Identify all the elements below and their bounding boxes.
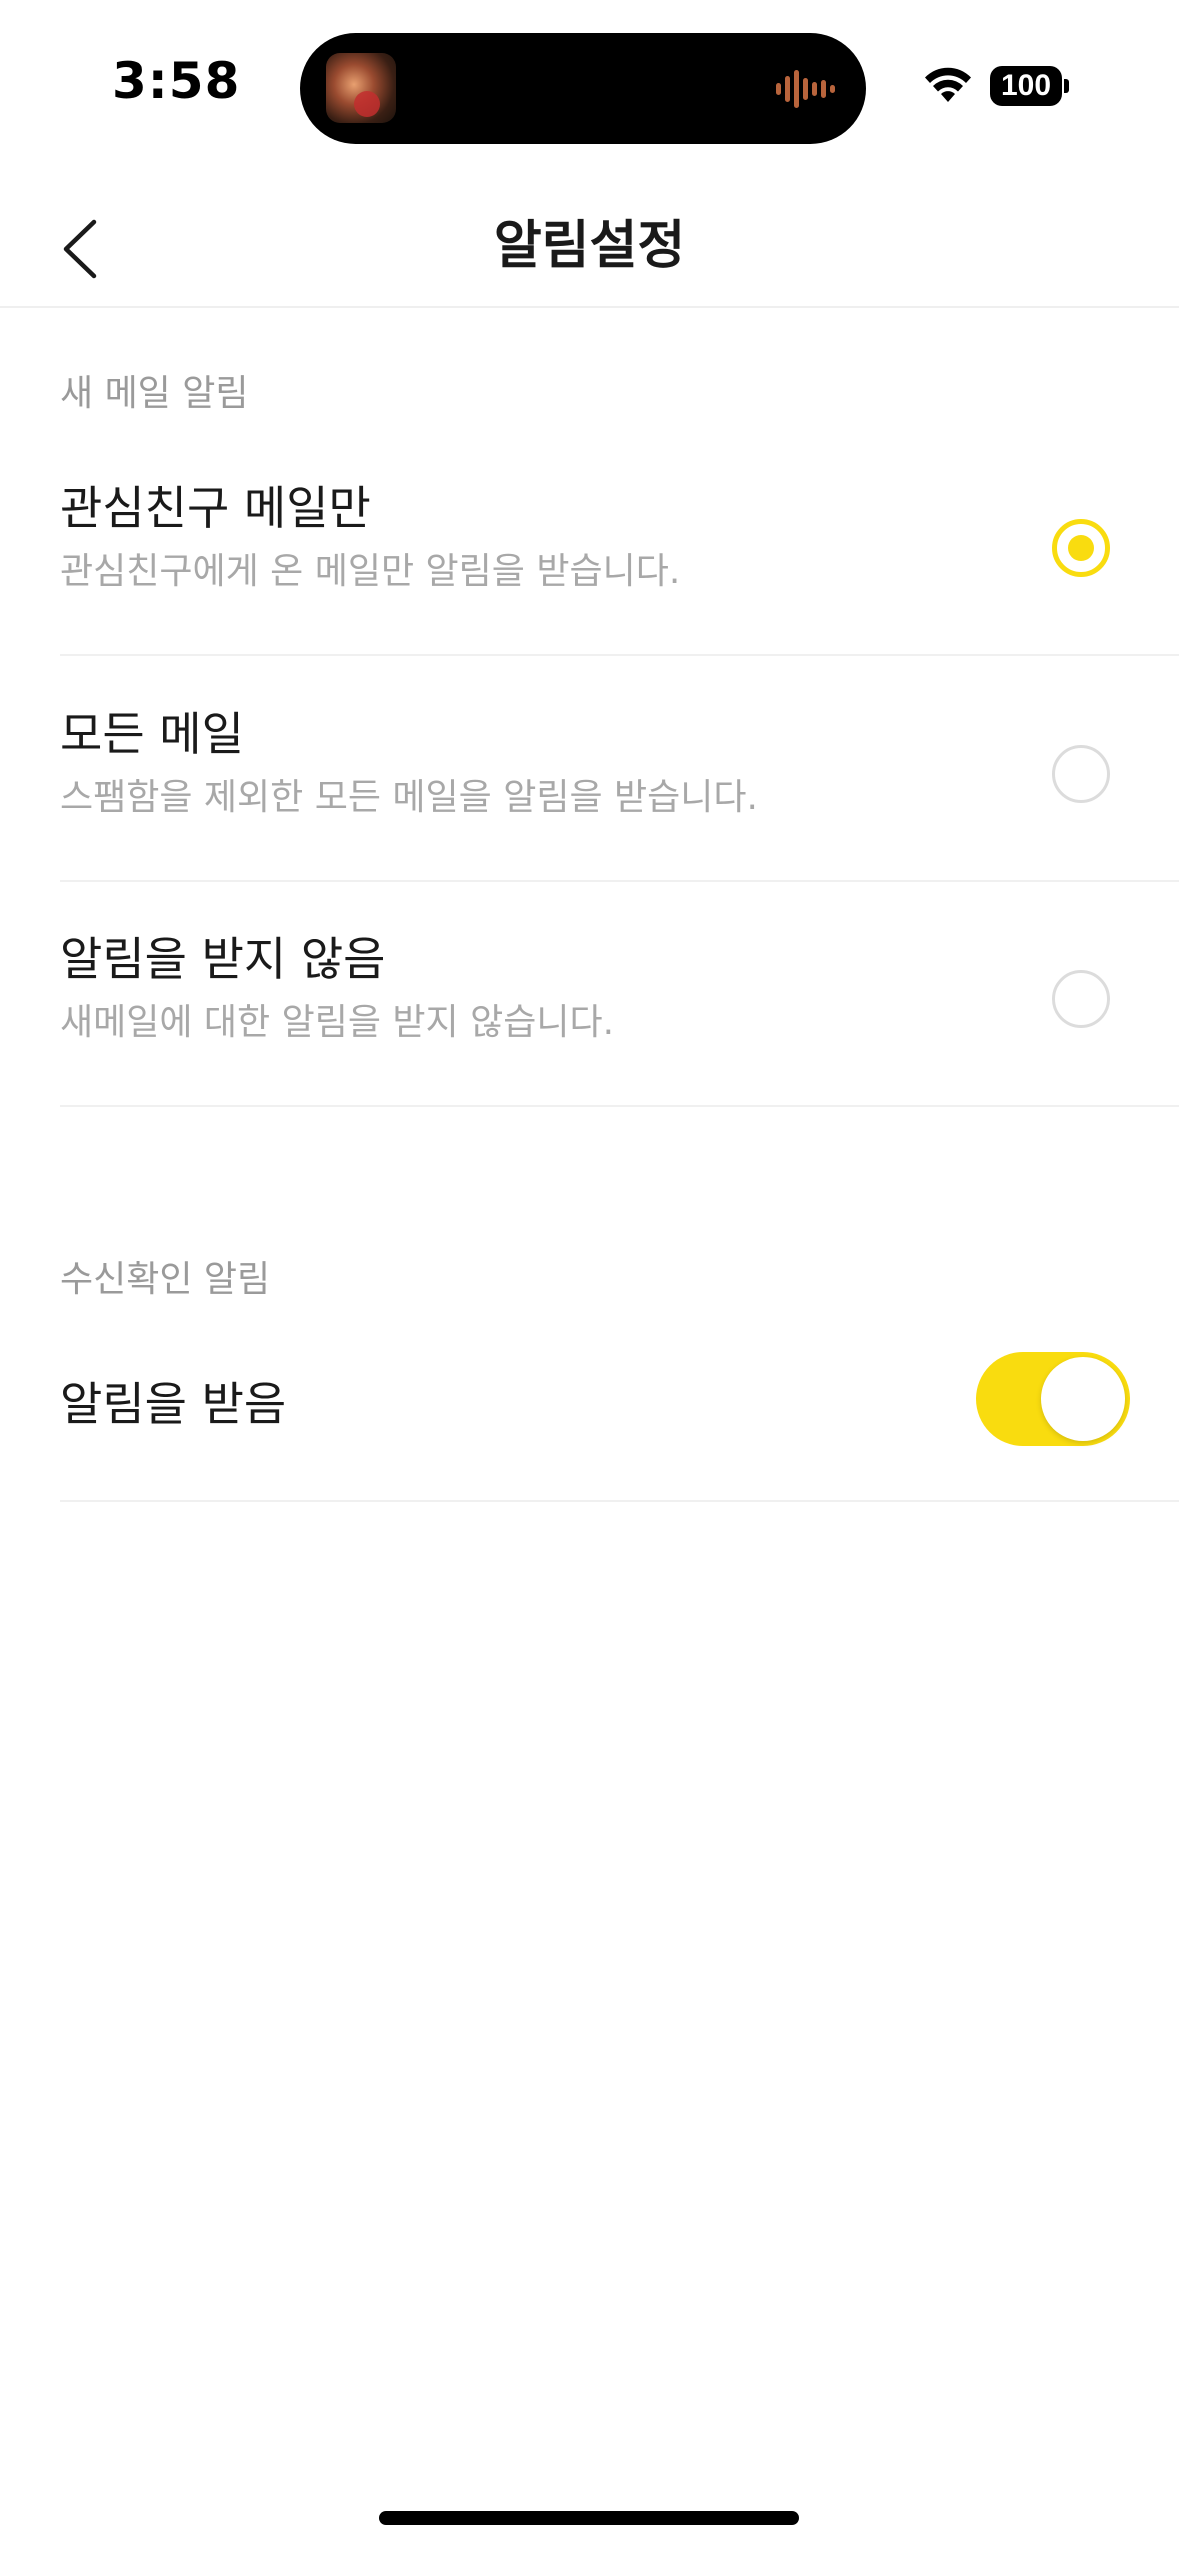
home-indicator[interactable]	[379, 2511, 799, 2525]
radio-button[interactable]	[1052, 745, 1110, 803]
audio-waveform-icon	[776, 70, 835, 108]
option-no-notification[interactable]: 알림을 받지 않음 새메일에 대한 알림을 받지 않습니다.	[60, 881, 1179, 1107]
radio-button-selected[interactable]	[1052, 519, 1110, 577]
option-favorite-friends[interactable]: 관심친구 메일만 관심친구에게 온 메일만 알림을 받습니다.	[60, 430, 1179, 656]
battery-tip	[1064, 79, 1069, 93]
nav-header: 알림설정	[0, 190, 1179, 308]
status-time: 3:58	[112, 52, 241, 110]
status-bar: 3:58 100	[0, 0, 1179, 170]
battery-icon: 100	[990, 66, 1069, 106]
radio-button[interactable]	[1052, 970, 1110, 1028]
read-receipt-toggle[interactable]	[976, 1352, 1130, 1446]
dynamic-island[interactable]	[300, 33, 866, 144]
option-description: 새메일에 대한 알림을 받지 않습니다.	[60, 1002, 615, 1043]
album-art-icon	[326, 53, 396, 123]
option-title: 관심친구 메일만	[60, 481, 371, 535]
toggle-label: 알림을 받음	[60, 1377, 287, 1431]
page-title: 알림설정	[493, 216, 686, 276]
section-header-read-receipt: 수신확인 알림	[60, 1259, 271, 1300]
read-receipt-toggle-row[interactable]: 알림을 받음	[60, 1302, 1179, 1502]
battery-level: 100	[990, 66, 1062, 106]
option-title: 알림을 받지 않음	[60, 932, 386, 986]
wifi-icon	[925, 67, 971, 102]
option-title: 모든 메일	[60, 707, 244, 761]
option-all-mail[interactable]: 모든 메일 스팸함을 제외한 모든 메일을 알림을 받습니다.	[60, 656, 1179, 882]
option-description: 스팸함을 제외한 모든 메일을 알림을 받습니다.	[60, 777, 758, 818]
section-header-new-mail: 새 메일 알림	[60, 373, 249, 414]
option-description: 관심친구에게 온 메일만 알림을 받습니다.	[60, 551, 681, 592]
toggle-knob	[1041, 1357, 1125, 1441]
